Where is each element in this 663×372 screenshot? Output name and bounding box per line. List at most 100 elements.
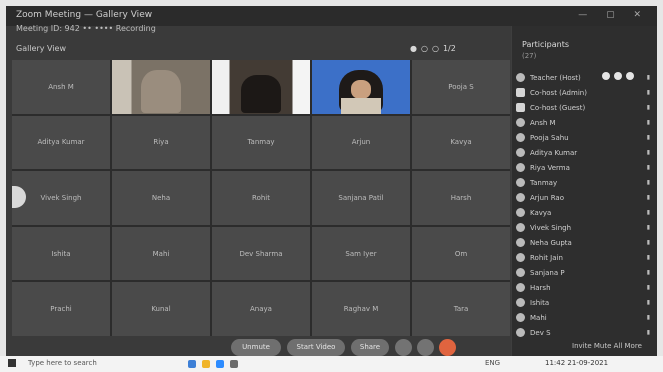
participant-row[interactable]: Sanjana P ▮ (516, 265, 656, 280)
tile-name: Raghav M (343, 305, 379, 314)
participant-tile[interactable]: Vivek Singh (12, 171, 110, 225)
participant-tile[interactable]: Rohit (212, 171, 310, 225)
participant-tile[interactable]: Pooja S (412, 60, 510, 114)
mic-muted-icon: ▮ (646, 119, 650, 126)
tile-name: Riya (153, 138, 169, 147)
file-explorer-icon[interactable] (202, 360, 210, 368)
participants-title: Participants (522, 40, 569, 49)
participant-tile[interactable]: Arjun (312, 115, 410, 170)
participant-tile[interactable]: Tara (412, 282, 510, 336)
video-tile[interactable] (212, 60, 310, 114)
participant-row[interactable]: Arjun Rao ▮ (516, 190, 656, 205)
participant-row[interactable]: Rohit Jain ▮ (516, 250, 656, 265)
participant-row[interactable]: Pooja Sahu ▮ (516, 130, 656, 145)
participant-name: Neha Gupta (530, 238, 572, 247)
view-label[interactable]: Gallery View (16, 44, 66, 53)
video-tile[interactable] (112, 60, 210, 114)
video-tile[interactable] (312, 60, 410, 114)
participant-tile[interactable]: Dev Sharma (212, 226, 310, 281)
participant-video (141, 69, 181, 113)
participant-tile[interactable]: Prachi (12, 282, 110, 336)
participant-name: Sanjana P (530, 268, 565, 277)
participant-name: Arjun Rao (530, 193, 564, 202)
participant-tile[interactable]: Anaya (212, 282, 310, 336)
participant-row[interactable]: Vivek Singh ▮ (516, 220, 656, 235)
video-button[interactable]: Start Video (287, 339, 345, 356)
participant-row[interactable]: Harsh ▮ (516, 280, 656, 295)
participant-row[interactable]: Aditya Kumar ▮ (516, 145, 656, 160)
participant-row[interactable]: Teacher (Host) ▮ (516, 70, 656, 85)
participant-tile[interactable]: Aditya Kumar (12, 115, 110, 170)
chat-toggle-icon[interactable] (417, 339, 434, 356)
mic-muted-icon: ▮ (646, 209, 650, 216)
pager-item[interactable]: 1/2 (443, 44, 456, 53)
mic-muted-icon: ▮ (646, 254, 650, 261)
participant-row[interactable]: Ansh M ▮ (516, 115, 656, 130)
system-tray[interactable]: ENG (485, 359, 500, 367)
tile-name: Sam Iyer (345, 249, 377, 258)
share-button[interactable]: Share (351, 339, 389, 356)
participant-row[interactable]: Kavya ▮ (516, 205, 656, 220)
mic-muted-icon: ▮ (646, 284, 650, 291)
participant-name: Harsh (530, 283, 551, 292)
participant-tile[interactable]: Kavya (412, 115, 510, 170)
participant-tile[interactable]: Om (412, 226, 510, 281)
participant-row[interactable]: Co-host (Guest) ▮ (516, 100, 656, 115)
avatar-icon (516, 268, 525, 277)
mic-muted-icon: ▮ (646, 89, 650, 96)
participant-tile[interactable]: Kunal (112, 282, 210, 336)
more-icon[interactable] (626, 72, 634, 80)
leave-meeting-button[interactable] (439, 339, 456, 356)
pager-item[interactable]: ○ (432, 44, 439, 53)
participant-name: Riya Verma (530, 163, 570, 172)
mic-muted-icon: ▮ (646, 134, 650, 141)
participant-row[interactable]: Tanmay ▮ (516, 175, 656, 190)
participant-tile[interactable]: Neha (112, 171, 210, 225)
host-controls[interactable] (602, 72, 634, 80)
pager-item[interactable]: ○ (421, 44, 428, 53)
start-icon[interactable] (8, 359, 16, 367)
participant-row[interactable]: Neha Gupta ▮ (516, 235, 656, 250)
avatar-icon (516, 178, 525, 187)
participant-row[interactable]: Mahi ▮ (516, 310, 656, 325)
participants-footer[interactable]: Invite Mute All More (572, 342, 642, 350)
window-controls[interactable]: — ▢ ✕ (578, 10, 649, 20)
participant-row[interactable]: Co-host (Admin) ▮ (516, 85, 656, 100)
participant-row[interactable]: Dev S ▮ (516, 325, 656, 340)
participant-name: Co-host (Guest) (530, 103, 586, 112)
camera-icon[interactable] (614, 72, 622, 80)
participants-toggle-icon[interactable] (395, 339, 412, 356)
mic-icon[interactable] (602, 72, 610, 80)
taskbar-search[interactable]: Type here to search (28, 359, 97, 367)
participant-row[interactable]: Riya Verma ▮ (516, 160, 656, 175)
participant-tile[interactable]: Riya (112, 115, 210, 170)
zoom-app-icon[interactable] (216, 360, 224, 368)
mic-muted-icon: ▮ (646, 104, 650, 111)
tile-name: Dev Sharma (239, 249, 283, 258)
browser-icon[interactable] (188, 360, 196, 368)
mic-muted-icon: ▮ (646, 179, 650, 186)
taskbar-clock[interactable]: 11:42 21-09-2021 (545, 359, 608, 367)
participants-count: (27) (522, 52, 537, 60)
zoom-window: Zoom Meeting — Gallery View — ▢ ✕ Meetin… (6, 6, 657, 356)
participant-tile[interactable]: Sanjana Patil (312, 171, 410, 225)
participant-tile[interactable]: Raghav M (312, 282, 410, 336)
gallery-pager[interactable]: ● ○ ○ 1/2 (410, 44, 460, 53)
participant-tile[interactable]: Ansh M (12, 60, 110, 114)
participant-tile[interactable]: Mahi (112, 226, 210, 281)
participant-tile[interactable]: Sam Iyer (312, 226, 410, 281)
participant-tile[interactable]: Harsh (412, 171, 510, 225)
participants-panel: Participants (27) Teacher (Host) ▮ Co-host… (511, 26, 657, 356)
participant-tile[interactable]: Tanmay (212, 115, 310, 170)
meeting-toolbar: Unmute Start Video Share (231, 339, 471, 356)
app-icon[interactable] (230, 360, 238, 368)
avatar-icon (516, 328, 525, 337)
participant-name: Mahi (530, 313, 547, 322)
gallery-grid: Ansh M Pooja S Aditya Kumar Riya Tanmay Arjun… (12, 60, 510, 336)
pager-item[interactable]: ● (410, 44, 417, 53)
participant-tile[interactable]: Ishita (12, 226, 110, 281)
participant-name: Tanmay (530, 178, 558, 187)
participant-row[interactable]: Ishita ▮ (516, 295, 656, 310)
tile-name: Om (454, 249, 468, 258)
mute-button[interactable]: Unmute (231, 339, 281, 356)
